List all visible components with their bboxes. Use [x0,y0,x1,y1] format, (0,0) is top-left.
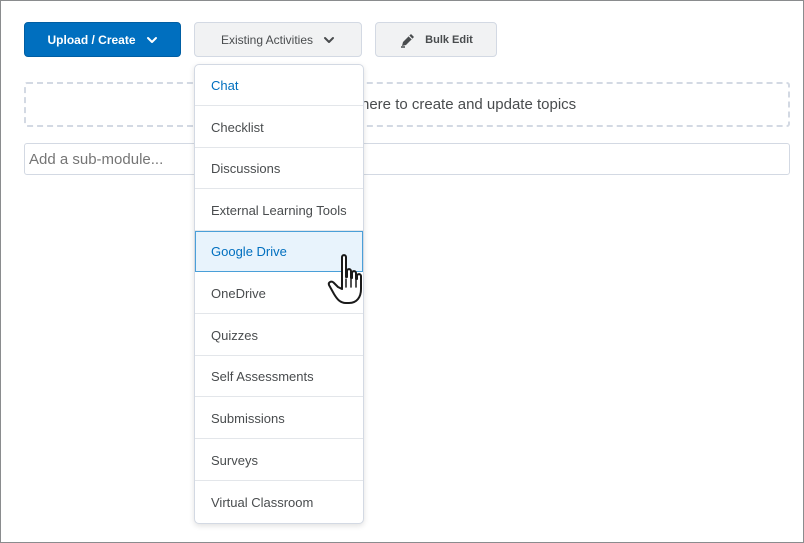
hand-pointer-icon [327,254,362,304]
pencil-icon [401,33,415,48]
menu-item-checklist[interactable]: Checklist [195,107,363,148]
dropzone-text: here to create and update topics [361,96,577,113]
upload-create-button[interactable]: Upload / Create [24,22,181,57]
menu-item-quizzes[interactable]: Quizzes [195,315,363,356]
menu-item-chat[interactable]: Chat [195,65,363,106]
topic-dropzone[interactable]: here to create and update topics [24,82,790,127]
chevron-down-icon [146,36,157,43]
menu-item-surveys[interactable]: Surveys [195,440,363,481]
menu-item-external-learning-tools[interactable]: External Learning Tools [195,190,363,231]
bulk-edit-label: Bulk Edit [425,33,473,46]
menu-item-submissions[interactable]: Submissions [195,398,363,439]
menu-item-virtual-classroom[interactable]: Virtual Classroom [195,482,363,523]
existing-activities-label: Existing Activities [220,32,314,47]
chevron-down-icon [324,36,335,43]
menu-item-discussions[interactable]: Discussions [195,148,363,189]
existing-activities-button[interactable]: Existing Activities [194,22,362,57]
add-submodule-input[interactable] [24,143,790,175]
upload-create-label: Upload / Create [47,32,136,47]
menu-item-self-assessments[interactable]: Self Assessments [195,356,363,397]
bulk-edit-button[interactable]: Bulk Edit [375,22,497,57]
